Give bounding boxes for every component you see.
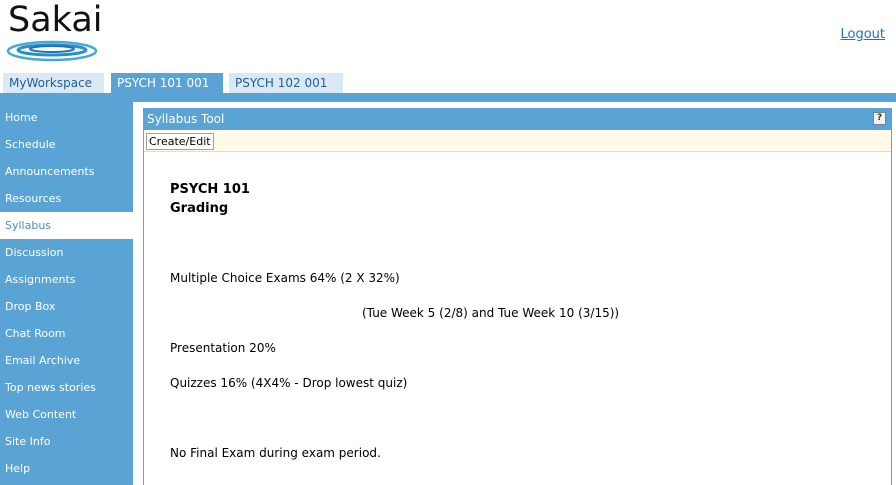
- nav-item-chat-room[interactable]: Chat Room: [0, 320, 133, 347]
- final-exam-note: No Final Exam during exam period.: [170, 446, 381, 460]
- nav-item-resources[interactable]: Resources: [0, 185, 133, 212]
- logout-link[interactable]: Logout: [840, 27, 885, 42]
- nav-item-top-news-stories[interactable]: Top news stories: [0, 374, 133, 401]
- tab-underline-bar: [0, 93, 896, 102]
- logo-swoosh-icon: [6, 40, 98, 62]
- quizzes-line: Quizzes 16% (4X4% - Drop lowest quiz): [170, 376, 408, 390]
- tool-title: Syllabus Tool: [147, 112, 225, 126]
- section-heading: Grading: [170, 201, 229, 216]
- nav-item-email-archive[interactable]: Email Archive: [0, 347, 133, 374]
- logo-text: Sakai: [8, 0, 103, 40]
- nav-item-site-info[interactable]: Site Info: [0, 428, 133, 455]
- tab-myworkspace[interactable]: MyWorkspace: [3, 73, 104, 94]
- tool-title-bar: Syllabus Tool ?: [144, 109, 891, 130]
- nav-item-web-content[interactable]: Web Content: [0, 401, 133, 428]
- tab-psych-101-001[interactable]: PSYCH 101 001: [111, 73, 223, 94]
- nav-item-assignments[interactable]: Assignments: [0, 266, 133, 293]
- presentation-line: Presentation 20%: [170, 341, 276, 355]
- nav-item-syllabus[interactable]: Syllabus: [0, 212, 133, 239]
- tab-psych-102-001[interactable]: PSYCH 102 001: [229, 73, 343, 94]
- site-tabs: MyWorkspace PSYCH 101 001 PSYCH 102 001: [0, 72, 896, 94]
- tool-menu: Home Schedule Announcements Resources Sy…: [0, 102, 133, 485]
- help-icon[interactable]: ?: [873, 112, 886, 125]
- course-title: PSYCH 101: [170, 182, 250, 197]
- exams-line: Multiple Choice Exams 64% (2 X 32%): [170, 271, 400, 285]
- nav-item-drop-box[interactable]: Drop Box: [0, 293, 133, 320]
- nav-item-home[interactable]: Home: [0, 104, 133, 131]
- tool-toolbar: Create/Edit: [144, 130, 891, 152]
- nav-item-announcements[interactable]: Announcements: [0, 158, 133, 185]
- create-edit-button[interactable]: Create/Edit: [146, 133, 214, 150]
- header: Sakai Logout: [0, 0, 896, 72]
- nav-item-discussion[interactable]: Discussion: [0, 239, 133, 266]
- nav-item-help[interactable]: Help: [0, 455, 133, 482]
- nav-item-schedule[interactable]: Schedule: [0, 131, 133, 158]
- sakai-logo[interactable]: Sakai: [6, 0, 103, 64]
- exam-dates-line: (Tue Week 5 (2/8) and Tue Week 10 (3/15)…: [362, 306, 620, 320]
- syllabus-tool-panel: Syllabus Tool ? Create/Edit PSYCH 101 Gr…: [143, 108, 892, 485]
